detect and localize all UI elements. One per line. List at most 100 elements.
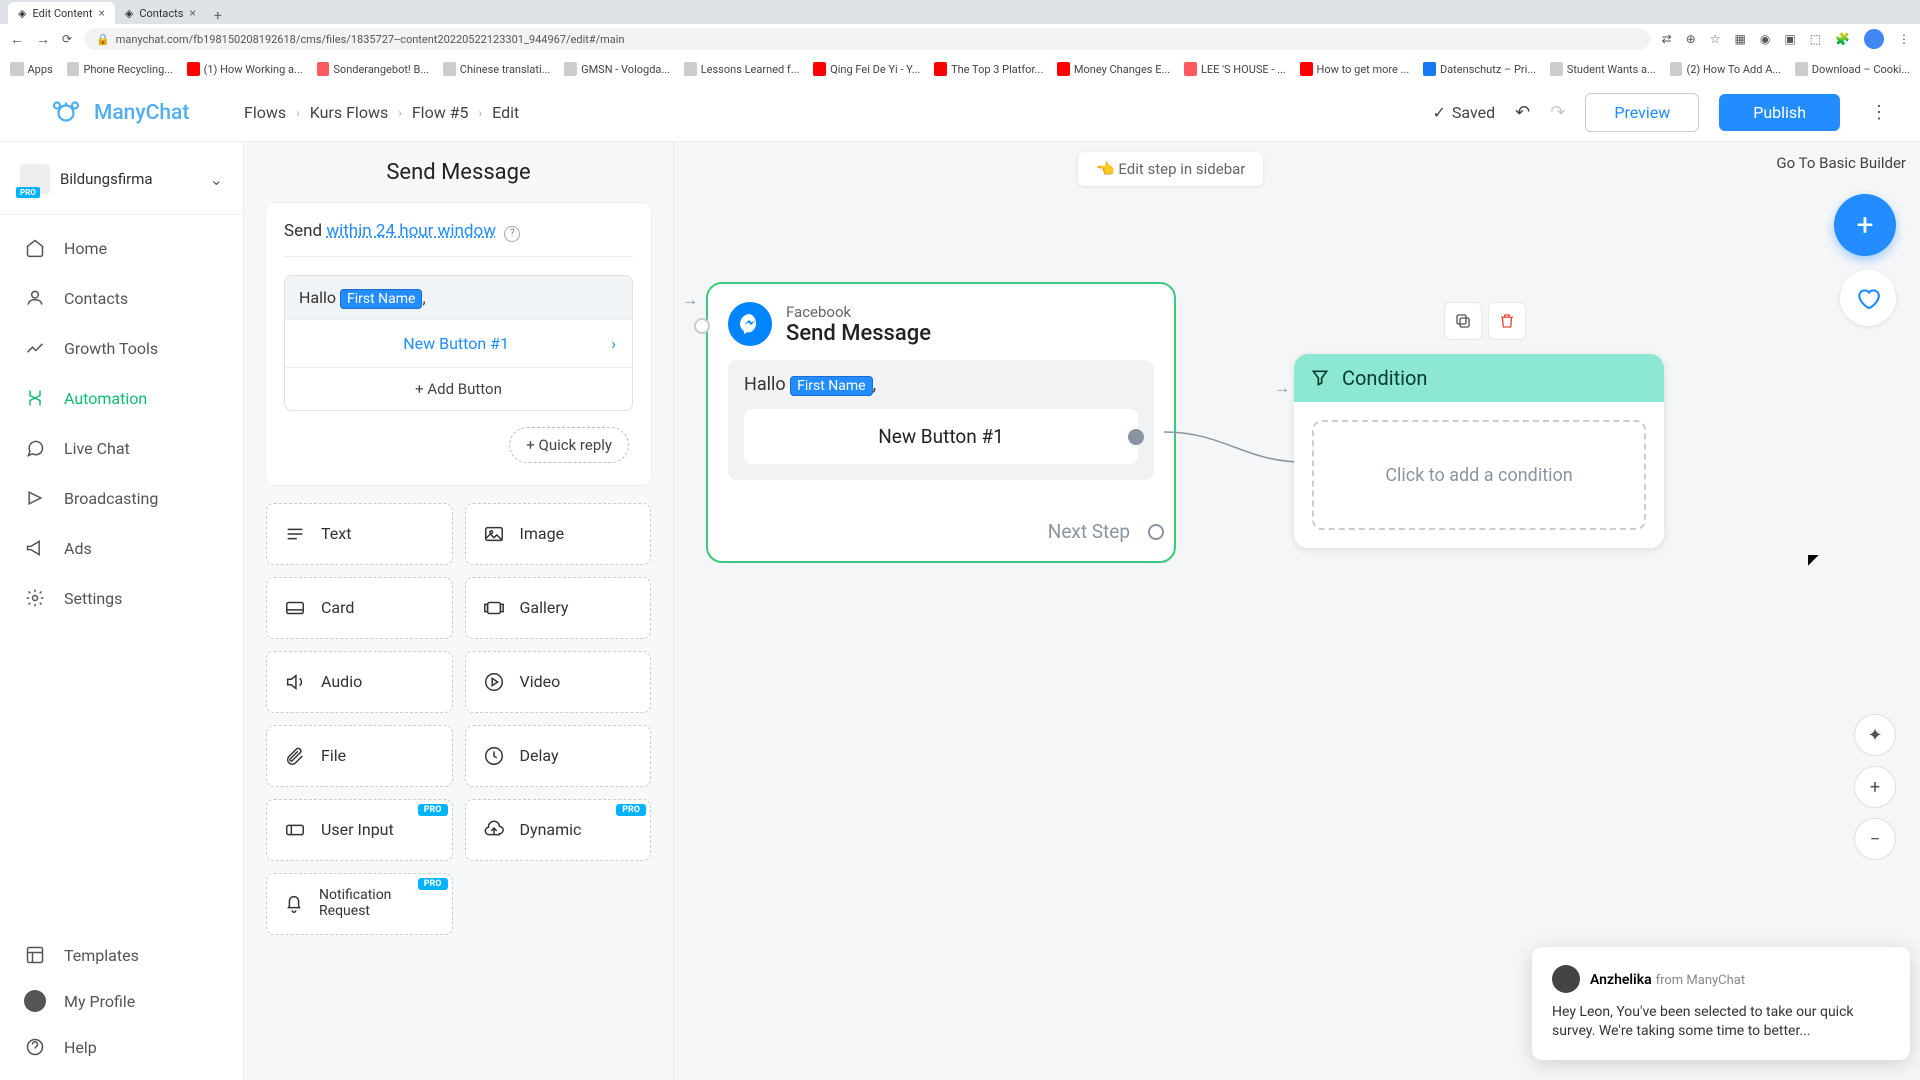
zoom-in-button[interactable]: + [1854,766,1896,808]
message-button-row[interactable]: New Button #1 › [285,319,632,367]
bookmark-item[interactable]: Chinese translati... [443,62,550,76]
account-selector[interactable]: PRO Bildungsfirma ⌄ [0,150,243,208]
browser-tab[interactable]: ◈Contacts× [115,2,206,24]
site-icon [1184,62,1197,76]
close-icon[interactable]: × [189,6,195,20]
puzzle-icon[interactable]: 🧩 [1835,32,1850,46]
message-block[interactable]: Hallo First Name, New Button #1 › + Add … [284,275,633,411]
breadcrumb-item[interactable]: Kurs Flows [310,103,388,122]
bookmark-item[interactable]: Lessons Learned f... [684,62,799,76]
menu-icon[interactable]: ⋮ [1898,32,1910,46]
ext-icon[interactable]: ◉ [1760,32,1770,46]
new-tab-button[interactable]: + [206,8,230,24]
block-file[interactable]: File [266,725,453,787]
bookmark-item[interactable]: Apps [10,62,53,76]
message-text-row[interactable]: Hallo First Name, [285,276,632,319]
block-gallery[interactable]: Gallery [465,577,652,639]
more-button[interactable]: ⋮ [1860,96,1898,129]
bookmark-item[interactable]: LEE 'S HOUSE - ... [1184,62,1286,76]
connector-out[interactable] [1128,429,1144,445]
sidebar-item-contacts[interactable]: Contacts [0,273,243,323]
bookmark-item[interactable]: Download – Cooki... [1795,62,1910,76]
bookmark-item[interactable]: The Top 3 Platfor... [934,62,1043,76]
logo[interactable]: ManyChat [48,95,244,131]
sidebar-item-ads[interactable]: Ads [0,523,243,573]
bookmark-item[interactable]: Money Changes E... [1057,62,1170,76]
connector-in[interactable] [694,318,710,334]
sidebar-item-broadcasting[interactable]: Broadcasting [0,473,243,523]
close-icon[interactable]: × [98,6,104,20]
block-image[interactable]: Image [465,503,652,565]
help-icon[interactable]: ? [504,226,520,242]
sidebar-item-livechat[interactable]: Live Chat [0,423,243,473]
reload-button[interactable]: ⟳ [62,32,72,46]
block-notification[interactable]: PRONotification Request [266,873,453,935]
duplicate-button[interactable] [1444,302,1482,340]
node-button[interactable]: New Button #1 [744,409,1138,464]
ext-icon[interactable]: ▦ [1735,32,1746,46]
add-node-button[interactable]: + [1834,194,1896,256]
sidebar-item-templates[interactable]: Templates [0,932,243,978]
sidebar-item-automation[interactable]: Automation [0,373,243,423]
zoom-out-button[interactable]: − [1854,818,1896,860]
basic-builder-link[interactable]: Go To Basic Builder [1776,154,1906,172]
star-icon[interactable]: ☆ [1710,32,1721,46]
bookmark-item[interactable]: GMSN - Vologda... [564,62,670,76]
url-bar[interactable]: 🔒manychat.com/fb198150208192618/cms/file… [84,28,1650,50]
chat-message-body: Hey Leon, You've been selected to take o… [1552,1003,1890,1042]
sidebar-item-home[interactable]: Home [0,223,243,273]
bookmark-item[interactable]: Qing Fei De Yi - Y... [813,62,920,76]
bookmark-item[interactable]: Sonderangebot! B... [317,62,429,76]
variable-chip[interactable]: First Name [790,376,872,396]
breadcrumb-item[interactable]: Flows [244,103,286,122]
block-delay[interactable]: Delay [465,725,652,787]
block-card[interactable]: Card [266,577,453,639]
translate-icon[interactable]: ⇄ [1662,32,1672,46]
add-button[interactable]: + Add Button [285,367,632,410]
sidebar-item-growth[interactable]: Growth Tools [0,323,243,373]
favorite-button[interactable] [1840,270,1896,326]
publish-button[interactable]: Publish [1719,94,1840,131]
flow-canvas[interactable]: 👈 Edit step in sidebar Go To Basic Build… [674,142,1920,1080]
variable-chip[interactable]: First Name [340,289,422,309]
preview-button[interactable]: Preview [1585,93,1699,132]
sidebar-item-help[interactable]: Help [0,1024,243,1070]
sidebar-item-profile[interactable]: My Profile [0,978,243,1024]
ext-icon[interactable]: ⬚ [1810,32,1821,46]
magic-button[interactable]: ✦ [1854,714,1896,756]
back-button[interactable]: ← [10,31,24,48]
profile-avatar[interactable] [1864,29,1884,49]
undo-button[interactable]: ↶ [1515,102,1530,123]
support-chat-widget[interactable]: Anzhelika from ManyChat Hey Leon, You've… [1532,947,1910,1060]
sidebar-item-settings[interactable]: Settings [0,573,243,623]
send-window-link[interactable]: within 24 hour window [326,221,496,241]
send-window-row[interactable]: Send within 24 hour window ? [266,221,651,256]
breadcrumb-item[interactable]: Edit [492,103,519,122]
block-userinput[interactable]: PROUser Input [266,799,453,861]
bookmark-item[interactable]: Student Wants a... [1550,62,1656,76]
quick-reply-button[interactable]: + Quick reply [509,427,629,463]
breadcrumb-item[interactable]: Flow #5 [412,103,469,122]
browser-tab[interactable]: ◈Edit Content× [8,2,115,24]
bookmark-item[interactable]: (2) How To Add A... [1670,62,1781,76]
redo-button[interactable]: ↷ [1550,102,1565,123]
pro-badge: PRO [418,804,448,816]
node-condition[interactable]: Condition Click to add a condition [1294,354,1664,548]
block-dynamic[interactable]: PRODynamic [465,799,652,861]
connector-out[interactable] [1148,524,1164,540]
ext-icon[interactable]: ▣ [1784,32,1795,46]
next-step-label[interactable]: Next Step [728,520,1154,543]
node-send-message[interactable]: Facebook Send Message Hallo First Name, … [706,282,1176,563]
block-audio[interactable]: Audio [266,651,453,713]
zoom-icon[interactable]: ⊕ [1686,32,1696,46]
delete-button[interactable] [1488,302,1526,340]
block-text[interactable]: Text [266,503,453,565]
bookmark-item[interactable]: How to get more ... [1300,62,1409,76]
bookmark-item[interactable]: Datenschutz – Pri... [1423,62,1536,76]
node-message-text[interactable]: Hallo First Name, [744,374,1138,395]
forward-button[interactable]: → [36,31,50,48]
bookmark-item[interactable]: (1) How Working a... [187,62,303,76]
add-condition-button[interactable]: Click to add a condition [1312,420,1646,530]
bookmark-item[interactable]: Phone Recycling... [67,62,173,76]
block-video[interactable]: Video [465,651,652,713]
